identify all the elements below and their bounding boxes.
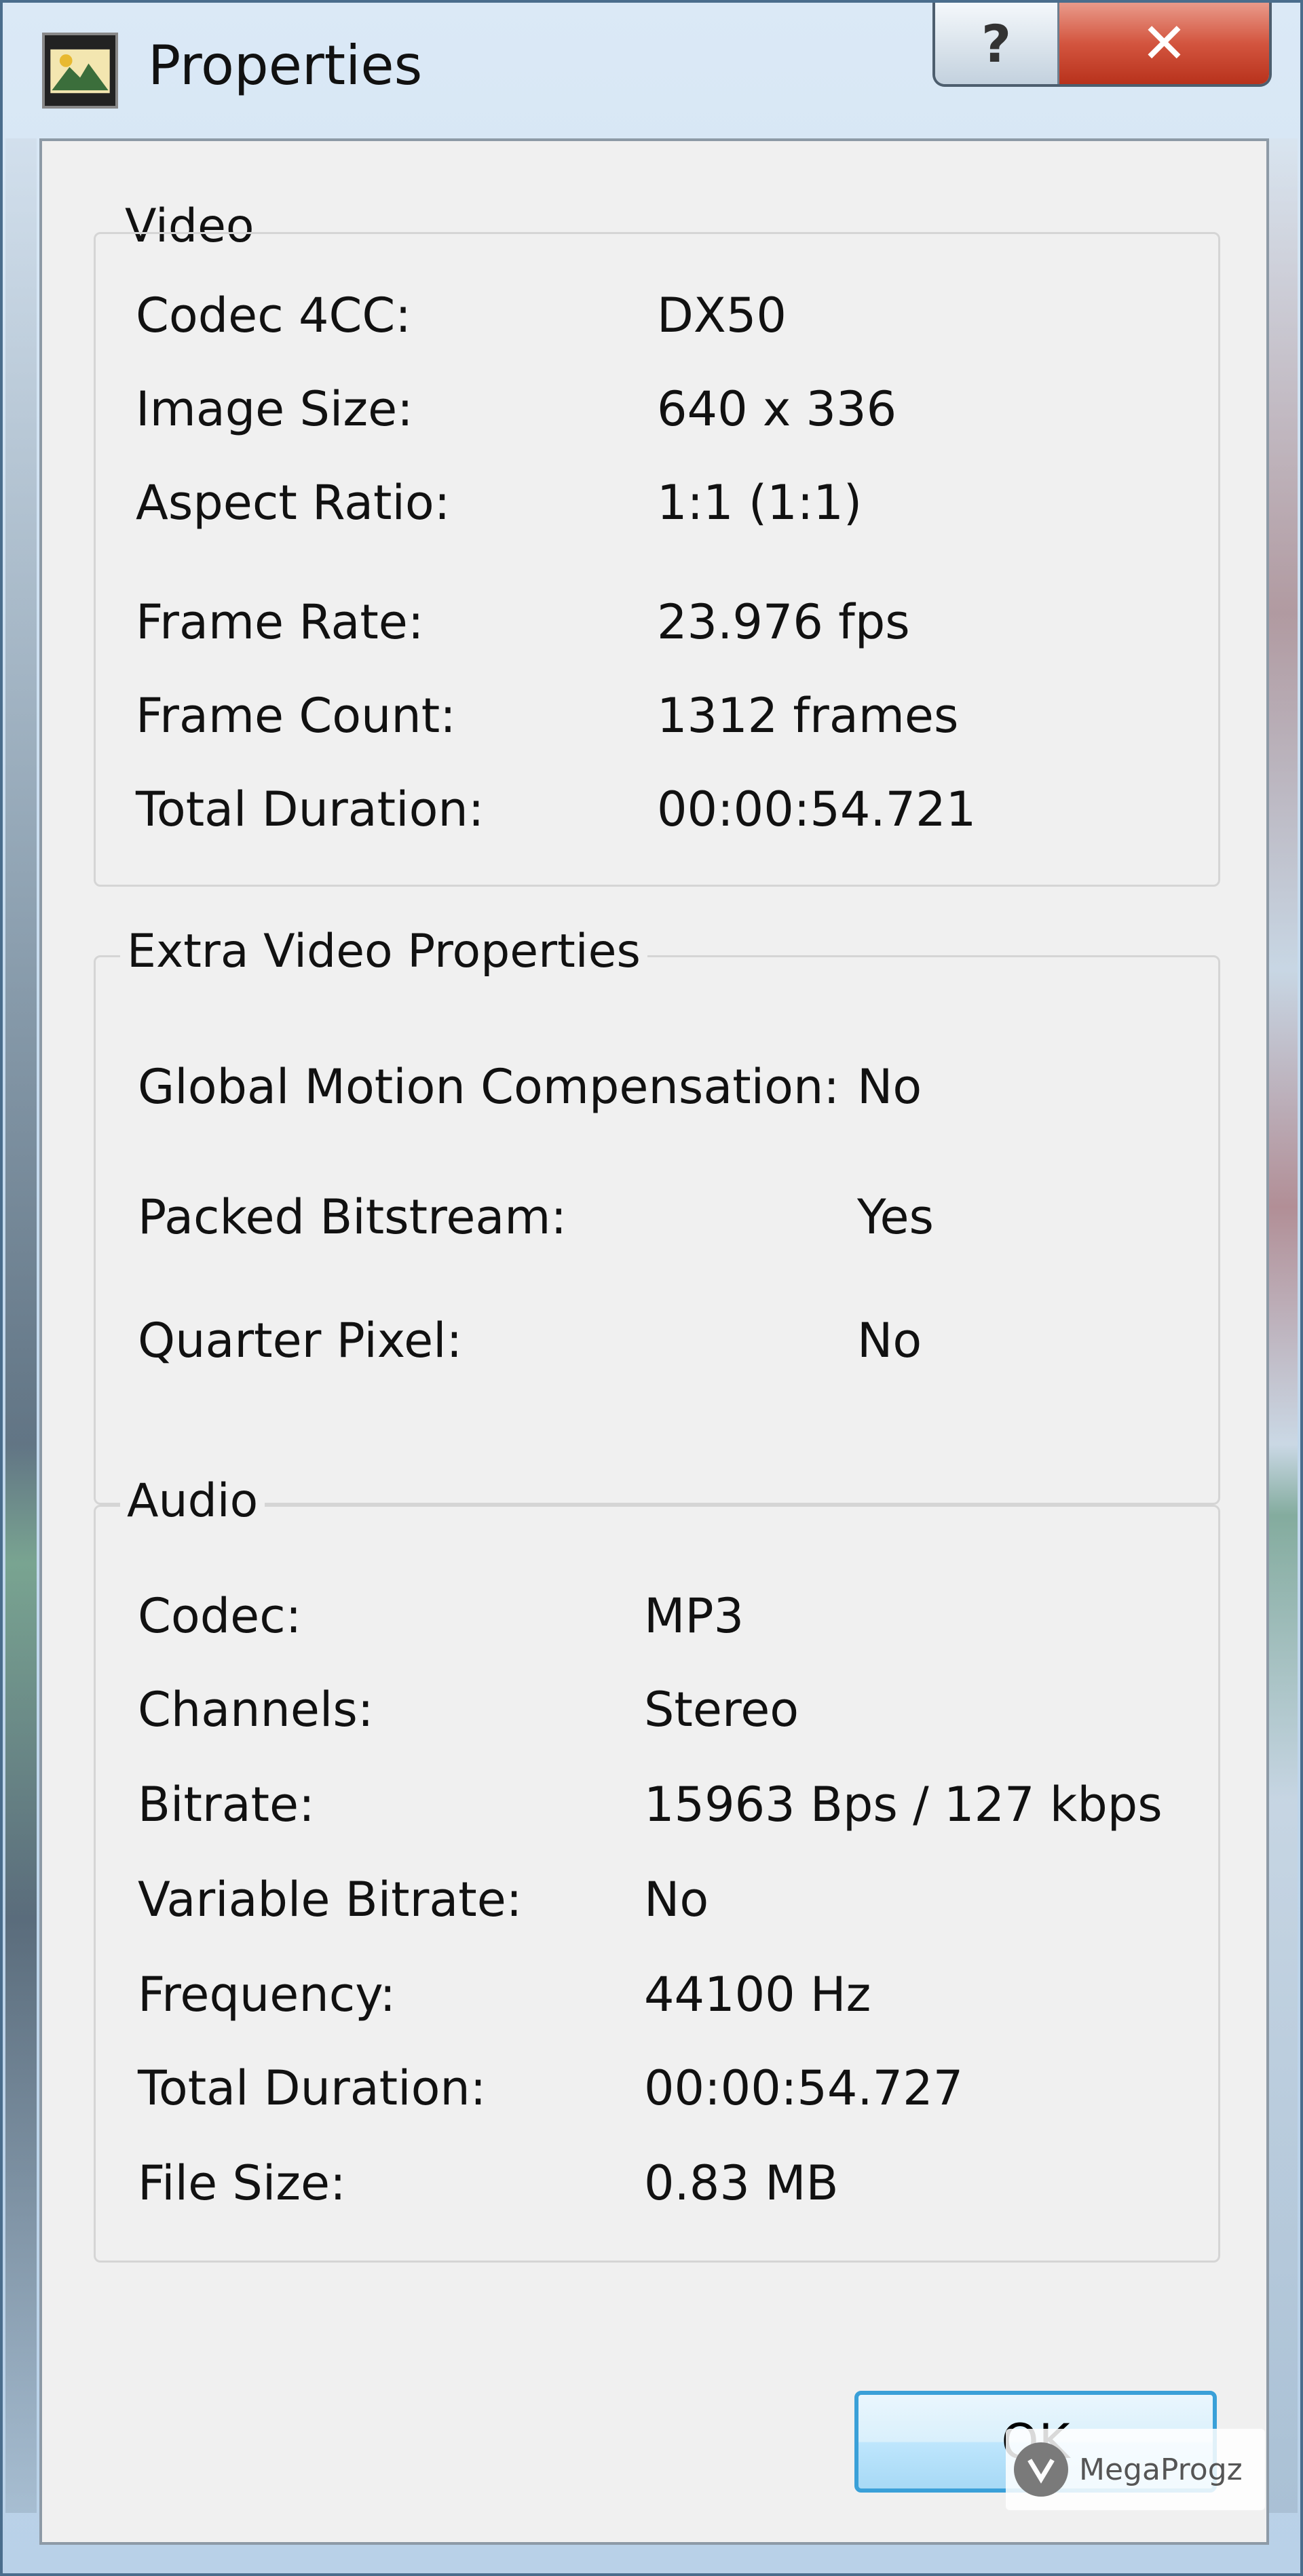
close-icon: ✕ [1141,11,1188,76]
watermark: MegaProgz [1006,2429,1265,2510]
audio-group-title: Audio [120,1474,265,1528]
audio-codec-value: MP3 [644,1588,744,1644]
caption-buttons: ? ✕ [932,3,1272,87]
audio-codec-label: Codec: [138,1588,302,1644]
bitrate-label: Bitrate: [138,1777,315,1832]
frequency-value: 44100 Hz [644,1967,871,2022]
packed-bitstream-value: Yes [857,1189,934,1245]
variable-bitrate-value: No [644,1872,709,1927]
window-title: Properties [148,34,423,97]
packed-bitstream-label: Packed Bitstream: [138,1189,567,1245]
video-group-frame [94,232,1220,887]
extra-video-group-title: Extra Video Properties [120,925,647,978]
dialog-client-area: Video Codec 4CC: DX50 Image Size: 640 x … [39,138,1269,2545]
megaprogz-logo-icon [1014,2442,1068,2497]
gmc-value: No [857,1059,922,1115]
app-icon [42,33,118,109]
extra-video-group: Extra Video Properties Global Motion Com… [94,925,1220,1505]
file-size-label: File Size: [138,2155,346,2211]
bitrate-value: 15963 Bps / 127 kbps [644,1777,1163,1832]
quarter-pixel-label: Quarter Pixel: [138,1313,463,1368]
properties-window: Properties ? ✕ Video Codec 4CC: DX50 Ima… [0,0,1303,2576]
help-button[interactable]: ? [935,3,1059,84]
channels-label: Channels: [138,1682,374,1737]
title-bar[interactable]: Properties ? ✕ [3,3,1303,138]
channels-value: Stereo [644,1682,799,1737]
variable-bitrate-label: Variable Bitrate: [138,1872,523,1927]
help-icon: ? [981,13,1012,74]
frequency-label: Frequency: [138,1967,396,2022]
gmc-label: Global Motion Compensation: [138,1059,839,1115]
watermark-text: MegaProgz [1079,2452,1243,2487]
close-button[interactable]: ✕ [1059,3,1269,84]
audio-group: Audio Codec: MP3 Channels: Stereo Bitrat… [94,1474,1220,2263]
audio-total-duration-value: 00:00:54.727 [644,2060,964,2116]
audio-total-duration-label: Total Duration: [138,2060,487,2116]
file-size-value: 0.83 MB [644,2155,839,2211]
quarter-pixel-value: No [857,1313,922,1368]
